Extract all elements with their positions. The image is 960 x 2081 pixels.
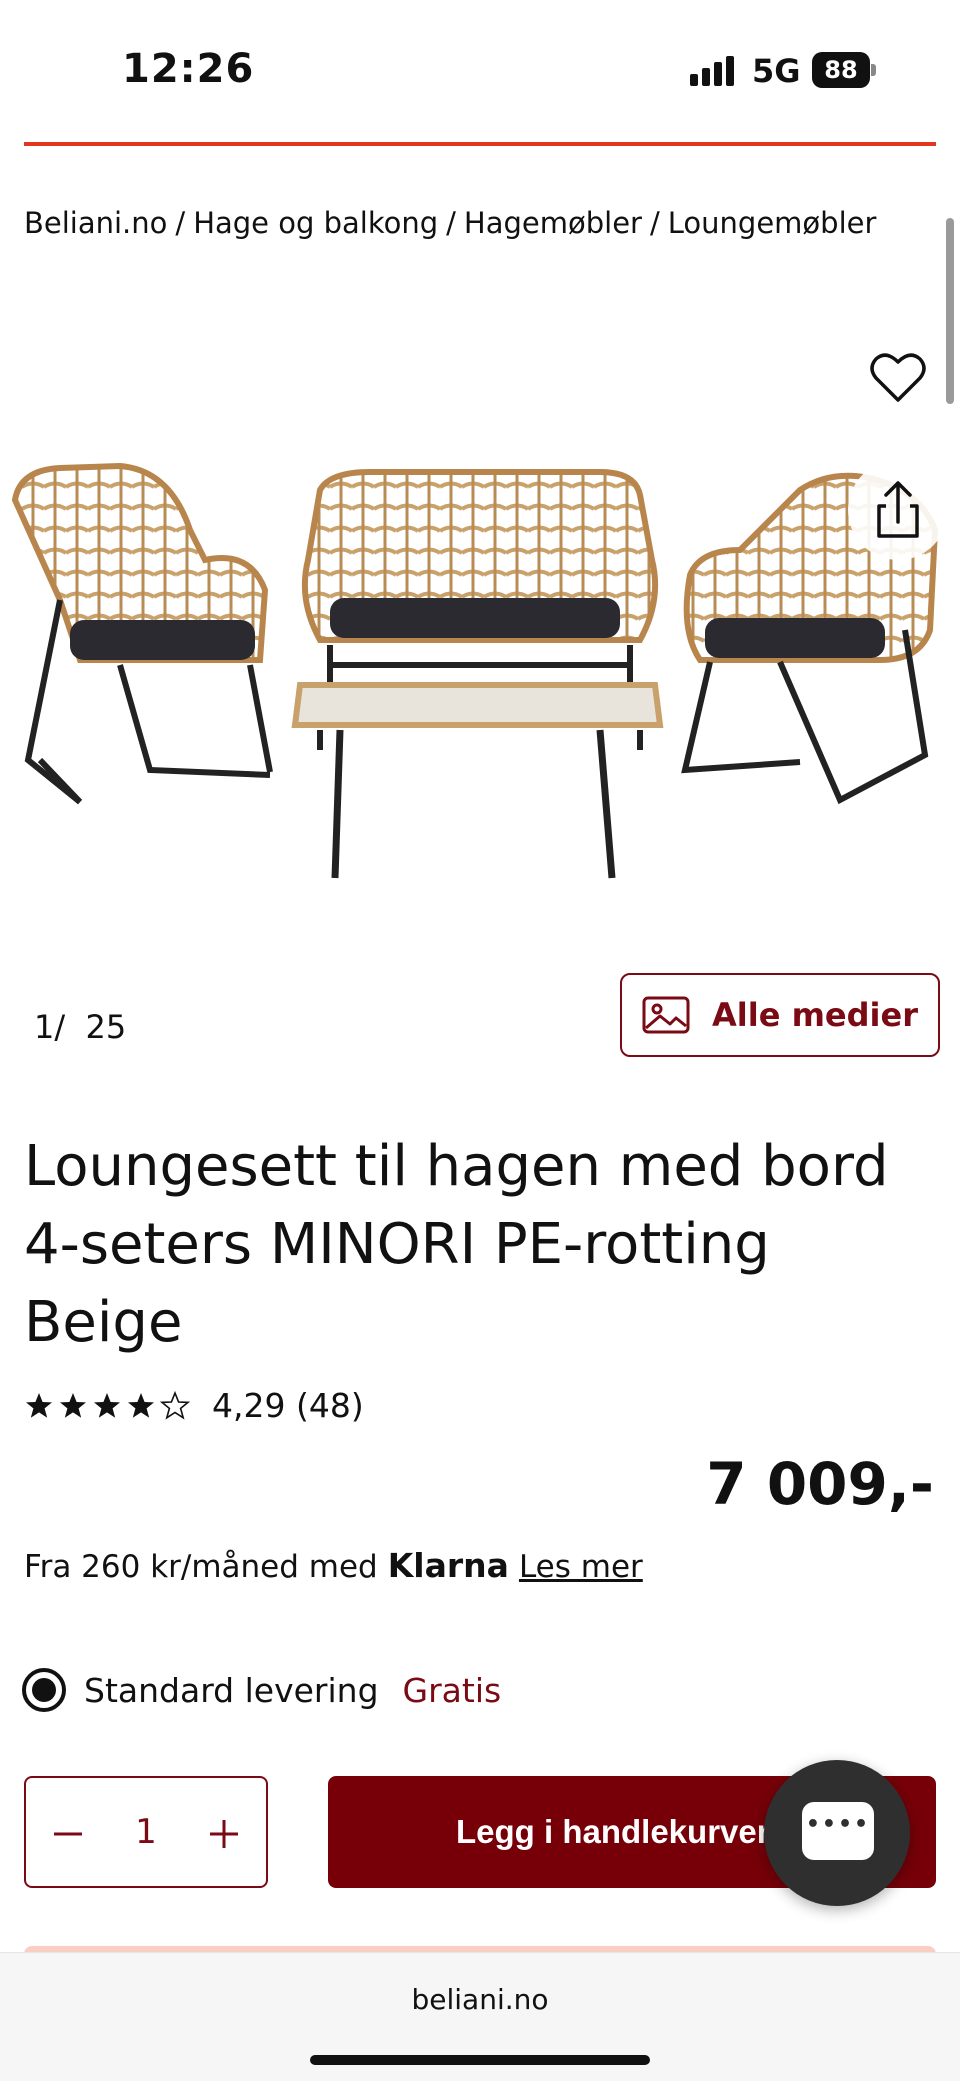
- header-divider: [24, 142, 936, 146]
- left-chair-illustration: [11, 462, 273, 805]
- image-counter-total: 25: [85, 1008, 127, 1046]
- star-filled-icon: [94, 1392, 120, 1418]
- breadcrumb-separator: /: [175, 206, 186, 240]
- star-empty-icon: [160, 1390, 190, 1420]
- battery-icon: 88: [812, 52, 876, 88]
- share-icon: [877, 481, 919, 538]
- browser-domain: beliani.no: [411, 1983, 549, 2016]
- share-button[interactable]: [848, 460, 948, 560]
- product-gallery[interactable]: [0, 300, 960, 940]
- all-media-label: Alle medier: [712, 996, 918, 1034]
- chat-icon: ••••: [802, 1802, 874, 1860]
- network-label: 5G: [752, 52, 801, 90]
- delivery-radio[interactable]: [22, 1668, 66, 1712]
- klarna-read-more-link[interactable]: Les mer: [519, 1549, 643, 1585]
- delivery-option[interactable]: Standard levering Gratis: [22, 1668, 501, 1712]
- klarna-prefix: Fra 260 kr/måned med: [24, 1549, 378, 1585]
- image-counter-current: 1/: [34, 1008, 66, 1046]
- breadcrumb-separator: /: [649, 206, 660, 240]
- breadcrumb-separator: /: [446, 206, 456, 240]
- rating-stars: [24, 1390, 190, 1421]
- battery-level: 88: [812, 52, 870, 88]
- star-filled-icon: [128, 1392, 154, 1418]
- breadcrumb-item-lounge-furniture[interactable]: Loungemøbler: [668, 206, 877, 240]
- breadcrumb-item-garden-furniture[interactable]: Hagemøbler: [464, 206, 642, 240]
- product-image: [11, 462, 939, 879]
- sofa-illustration: [301, 469, 659, 685]
- all-media-button[interactable]: Alle medier: [620, 973, 940, 1057]
- quantity-increase-button[interactable]: [196, 1806, 252, 1862]
- product-price: 7 009,-: [706, 1450, 934, 1518]
- table-illustration: [291, 682, 664, 879]
- signal-icon: [690, 56, 738, 86]
- delivery-price: Gratis: [402, 1670, 502, 1710]
- breadcrumb-item-garden[interactable]: Hage og balkong: [193, 206, 438, 240]
- rating-text: 4,29 (48): [212, 1386, 364, 1425]
- image-icon: [642, 996, 690, 1034]
- quantity-stepper: 1: [24, 1776, 268, 1888]
- heart-icon: [870, 353, 926, 402]
- klarna-logo: Klarna: [387, 1546, 509, 1585]
- radio-selected-dot: [32, 1678, 56, 1702]
- breadcrumb-item-home[interactable]: Beliani.no: [24, 206, 167, 240]
- plus-icon: [210, 1820, 238, 1848]
- delivery-label: Standard levering: [84, 1670, 379, 1710]
- status-time: 12:26: [122, 46, 255, 92]
- klarna-financing: Fra 260 kr/måned med Klarna Les mer: [24, 1546, 643, 1585]
- product-rating[interactable]: 4,29 (48): [24, 1386, 364, 1425]
- status-bar: 12:26 5G 88: [0, 0, 960, 140]
- breadcrumb: Beliani.no / Hage og balkong / Hagemøbler / Lo…: [24, 206, 876, 240]
- browser-address-bar[interactable]: beliani.no: [0, 1952, 960, 2081]
- star-filled-icon: [26, 1392, 52, 1418]
- image-counter: 1/ 25: [34, 1008, 126, 1046]
- star-filled-icon: [60, 1392, 86, 1418]
- chat-button[interactable]: ••••: [764, 1760, 910, 1906]
- favorite-button[interactable]: [868, 350, 928, 406]
- product-title: Loungesett til hagen med bord 4-seters M…: [24, 1134, 889, 1355]
- home-indicator: [310, 2055, 650, 2065]
